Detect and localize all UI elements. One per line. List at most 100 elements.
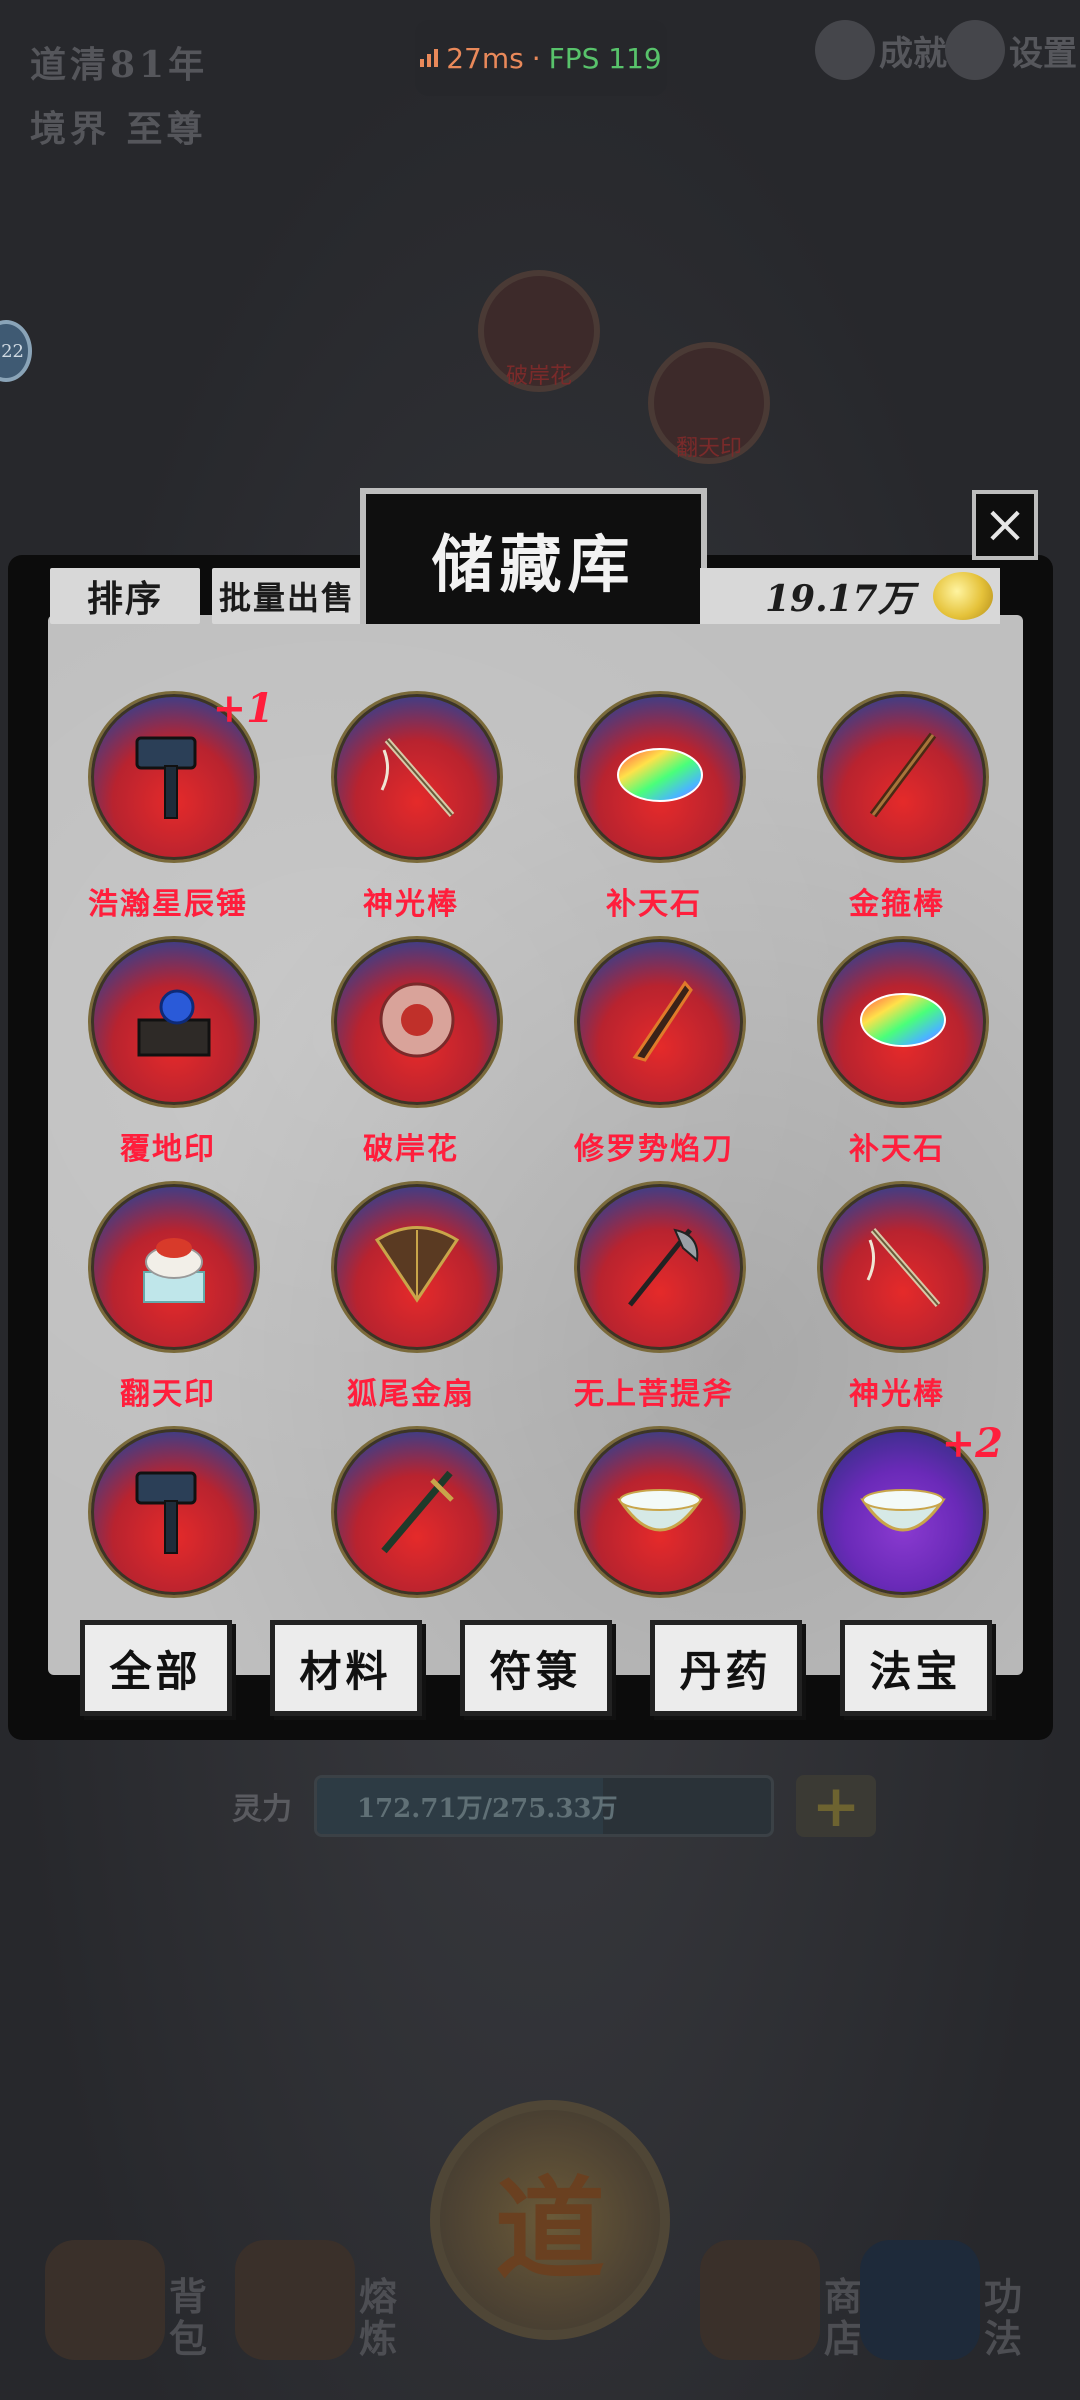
item-slot — [331, 1426, 503, 1598]
mana-bar: 172.71万/275.33万 — [314, 1775, 774, 1837]
storage-item[interactable]: 翻天印 — [68, 1181, 268, 1426]
item-name: 补天石 — [606, 887, 702, 922]
nav-bag-label: 背包 — [169, 2274, 208, 2361]
performance-overlay: 27ms · FPS 119 — [415, 20, 667, 96]
item-slot — [574, 1181, 746, 1353]
storage-item[interactable]: 修罗势焰刀 — [554, 936, 754, 1181]
sort-button[interactable]: 排序 — [50, 568, 200, 624]
nav-shop-label: 商店 — [824, 2274, 863, 2361]
storage-item[interactable]: 补天石 — [554, 691, 754, 936]
golden-rod-icon — [848, 720, 958, 834]
seal-box-icon — [119, 965, 229, 1079]
bg-orb-seal[interactable]: 翻天印 — [648, 342, 770, 464]
nav-refine-label: 熔炼 — [359, 2274, 398, 2361]
storage-item[interactable]: 狐尾金扇 — [311, 1181, 511, 1426]
flame-blade-icon — [605, 965, 715, 1079]
item-slot — [331, 936, 503, 1108]
storage-item[interactable] — [311, 1426, 511, 1605]
bg-orb-flower[interactable]: 破岸花 — [478, 270, 600, 392]
item-count-badge: +1 — [212, 685, 274, 732]
item-grid[interactable]: +1 浩瀚星辰锤 神光棒 补天石 金箍棒 覆地印 破岸花 修罗势焰刀 补天石 翻天印 狐尾金扇 无上菩… — [56, 685, 1013, 1605]
item-slot — [574, 691, 746, 863]
tab-pills[interactable]: 丹药 — [649, 1620, 802, 1716]
currency-value: 19.17万 — [765, 578, 914, 620]
storage-item[interactable]: 覆地印 — [68, 936, 268, 1181]
item-name: 狐尾金扇 — [347, 1377, 475, 1412]
fan-icon — [362, 1210, 472, 1324]
storage-panel: +1 浩瀚星辰锤 神光棒 补天石 金箍棒 覆地印 破岸花 修罗势焰刀 补天石 翻天印 狐尾金扇 无上菩… — [48, 615, 1023, 1716]
storage-item[interactable]: 补天石 — [797, 936, 997, 1181]
tab-materials[interactable]: 材料 — [269, 1620, 422, 1716]
settings-button[interactable]: 设置 — [945, 20, 1077, 80]
tab-talismans[interactable]: 符箓 — [459, 1620, 612, 1716]
hammer-icon — [119, 720, 229, 834]
achievement-label: 成就 — [879, 33, 947, 74]
item-name: 神光棒 — [849, 1377, 945, 1412]
close-icon: × — [983, 495, 1027, 555]
flower-orb-icon — [362, 965, 472, 1079]
hammer-icon — [119, 1455, 229, 1569]
storage-item[interactable]: 金箍棒 — [797, 691, 997, 936]
item-slot — [331, 691, 503, 863]
mana-value: 172.71万/275.33万 — [357, 1793, 618, 1824]
item-name: 神光棒 — [363, 887, 459, 922]
storage-item[interactable]: 无上菩提斧 — [554, 1181, 754, 1426]
player-name: 道清81年 — [30, 44, 209, 86]
storage-item[interactable] — [68, 1426, 268, 1605]
nav-skills[interactable]: 功法 — [860, 2240, 1022, 2360]
item-slot — [88, 1426, 260, 1598]
item-slot — [88, 1181, 260, 1353]
dialog-title-tab: 储藏库 — [360, 488, 707, 624]
fps-text: FPS 119 — [548, 41, 662, 75]
tab-treasures[interactable]: 法宝 — [839, 1620, 992, 1716]
bowl-icon — [848, 1455, 958, 1569]
separator: · — [531, 41, 541, 75]
ping-text: 27ms — [446, 41, 524, 75]
item-name: 金箍棒 — [849, 887, 945, 922]
storage-item[interactable]: 神光棒 — [311, 691, 511, 936]
item-slot — [331, 1181, 503, 1353]
dialog-title: 储藏库 — [431, 528, 636, 601]
close-button[interactable]: × — [972, 490, 1038, 560]
item-name: 补天石 — [849, 1132, 945, 1167]
item-name: 无上菩提斧 — [574, 1377, 734, 1412]
axe-icon — [605, 1210, 715, 1324]
item-slot — [574, 1426, 746, 1598]
achievement-button[interactable]: 成就 — [815, 20, 947, 80]
nav-skills-label: 功法 — [984, 2274, 1023, 2361]
nav-refine[interactable]: 熔炼 — [235, 2240, 397, 2360]
storage-dialog: +1 浩瀚星辰锤 神光棒 补天石 金箍棒 覆地印 破岸花 修罗势焰刀 补天石 翻天印 狐尾金扇 无上菩… — [8, 555, 1053, 1740]
storage-item[interactable] — [554, 1426, 754, 1605]
bowl-icon — [605, 1455, 715, 1569]
tab-all[interactable]: 全部 — [79, 1620, 232, 1716]
bag-icon — [45, 2240, 165, 2360]
nav-shop[interactable]: 商店 — [700, 2240, 862, 2360]
item-count-badge: +2 — [941, 1420, 1003, 1467]
item-name: 修罗势焰刀 — [574, 1132, 734, 1167]
scroll-map-icon — [700, 2240, 820, 2360]
rainbow-stone-icon — [605, 720, 715, 834]
staff-icon — [848, 1210, 958, 1324]
storage-item[interactable]: 破岸花 — [311, 936, 511, 1181]
mana-row: 灵力 172.71万/275.33万 + — [232, 1772, 876, 1840]
nav-bag[interactable]: 背包 — [45, 2240, 207, 2360]
item-name: 浩瀚星辰锤 — [88, 887, 248, 922]
batch-sell-button[interactable]: 批量出售 — [212, 568, 362, 624]
gold-coin-icon — [933, 572, 993, 620]
storage-item[interactable]: +1 浩瀚星辰锤 — [68, 685, 274, 936]
dao-button[interactable]: 道 — [430, 2100, 670, 2340]
lotus-icon — [235, 2240, 355, 2360]
realm-text: 境界 至尊 — [30, 108, 207, 150]
item-slot — [817, 691, 989, 863]
item-slot — [817, 1181, 989, 1353]
item-slot — [817, 936, 989, 1108]
storage-item[interactable]: 神光棒 — [797, 1181, 997, 1426]
item-name: 翻天印 — [120, 1377, 216, 1412]
item-name: 覆地印 — [120, 1132, 216, 1167]
storage-item[interactable]: +2 — [797, 1420, 1003, 1605]
rainbow-stone-icon — [848, 965, 958, 1079]
item-slot — [574, 936, 746, 1108]
mana-plus-button[interactable]: + — [796, 1772, 876, 1840]
signal-icon — [420, 49, 439, 67]
item-name: 破岸花 — [363, 1132, 459, 1167]
